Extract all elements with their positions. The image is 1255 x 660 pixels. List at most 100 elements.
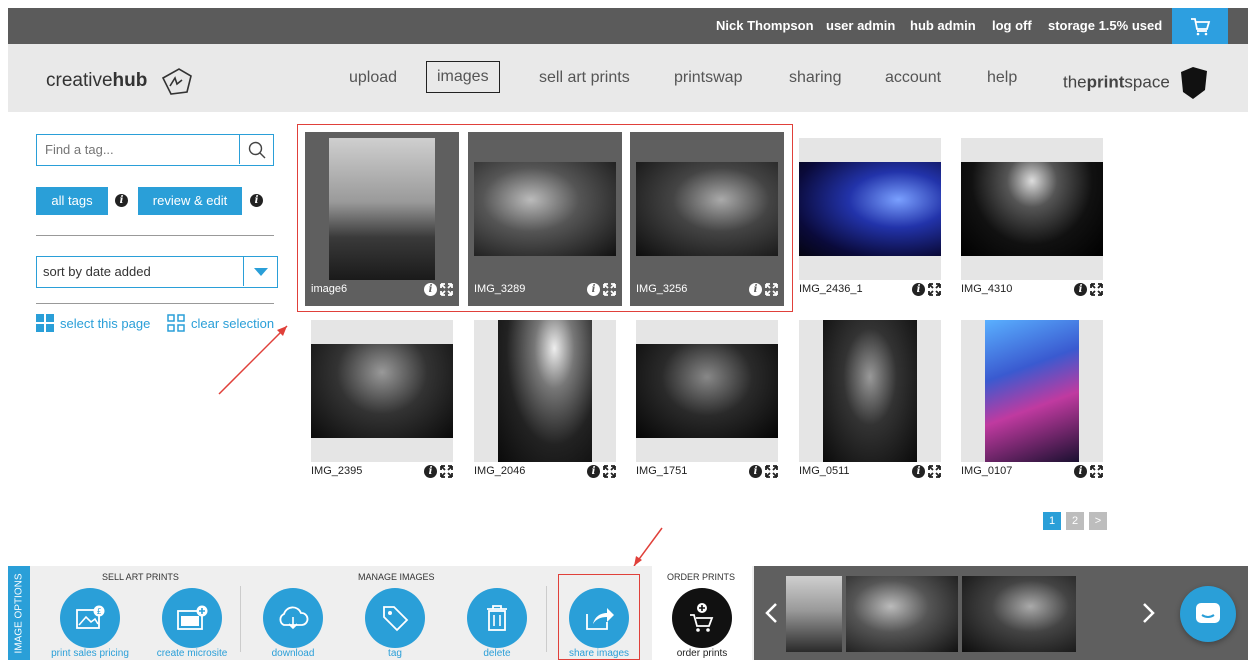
nav-images[interactable]: images <box>426 61 500 93</box>
image-name: IMG_4310 <box>961 283 1013 295</box>
sort-value: sort by date added <box>43 264 151 279</box>
image-name: IMG_1751 <box>636 465 688 477</box>
cart-button[interactable] <box>1172 8 1228 44</box>
review-edit-button[interactable]: review & edit <box>138 187 242 215</box>
selected-images-strip <box>754 566 1248 660</box>
search-button[interactable] <box>239 135 273 164</box>
next-page-button[interactable]: > <box>1089 512 1107 530</box>
expand-icon[interactable] <box>765 465 778 478</box>
nav-help[interactable]: help <box>987 69 1017 87</box>
strip-thumbnail[interactable] <box>786 576 842 652</box>
dropdown-arrow[interactable] <box>243 257 277 286</box>
image-name: IMG_0107 <box>961 465 1013 477</box>
image-name: IMG_2395 <box>311 465 363 477</box>
image-name: IMG_0511 <box>799 465 850 477</box>
expand-icon[interactable] <box>440 465 453 478</box>
group-label-sell: SELL ART PRINTS <box>102 572 179 582</box>
sort-dropdown[interactable]: sort by date added <box>36 256 278 288</box>
cloud-download-icon <box>279 606 309 630</box>
delete-label[interactable]: delete <box>451 648 543 659</box>
tag-label[interactable]: tag <box>349 648 441 659</box>
expand-icon[interactable] <box>928 465 941 478</box>
chat-icon <box>1196 603 1220 623</box>
group-label-order: ORDER PRINTS <box>667 572 736 582</box>
info-icon[interactable]: i <box>115 194 128 207</box>
main-nav: creativehub upload images sell art print… <box>8 44 1248 112</box>
tag-button[interactable] <box>365 588 425 648</box>
page-2-button[interactable]: 2 <box>1066 512 1084 530</box>
image-options-label: IMAGE OPTIONS <box>8 566 30 660</box>
group-label-manage: MANAGE IMAGES <box>358 572 435 582</box>
tag-search-input[interactable] <box>37 135 237 164</box>
info-icon[interactable]: i <box>749 465 762 478</box>
image-thumbnail[interactable]: IMG_1751 i <box>630 314 784 488</box>
expand-icon[interactable] <box>1090 465 1103 478</box>
nav-printswap[interactable]: printswap <box>674 69 742 87</box>
download-label[interactable]: download <box>247 648 339 659</box>
annotation-arrow <box>633 527 663 567</box>
top-bar: Nick Thompson user admin hub admin log o… <box>8 8 1248 44</box>
order-prints-button[interactable] <box>672 588 732 648</box>
expand-icon[interactable] <box>1090 283 1103 296</box>
nav-upload[interactable]: upload <box>349 69 397 87</box>
image-thumbnail[interactable]: IMG_2395 i <box>305 314 459 488</box>
logoff-link[interactable]: log off <box>992 8 1032 44</box>
tag-icon <box>383 606 409 632</box>
chevron-right-icon[interactable] <box>1142 602 1156 624</box>
image-thumbnail[interactable]: IMG_2436_1 i <box>793 132 947 306</box>
info-icon[interactable]: i <box>250 194 263 207</box>
image-options-bar: IMAGE OPTIONS SELL ART PRINTS MANAGE IMA… <box>8 566 1248 660</box>
divider <box>546 586 547 652</box>
delete-button[interactable] <box>467 588 527 648</box>
image-name: IMG_2046 <box>474 465 526 477</box>
svg-text:£: £ <box>96 607 101 616</box>
hub-admin-link[interactable]: hub admin <box>910 8 976 44</box>
storage-status: storage 1.5% used <box>1048 18 1163 33</box>
info-icon[interactable]: i <box>424 465 437 478</box>
grid-outline-icon <box>167 314 185 332</box>
nav-sell-art-prints[interactable]: sell art prints <box>539 69 630 87</box>
strip-thumbnail[interactable] <box>846 576 958 652</box>
image-thumbnail[interactable]: IMG_0107 i <box>955 314 1109 488</box>
image-name: IMG_2436_1 <box>799 283 863 295</box>
tag-search <box>36 134 274 166</box>
grid-filled-icon <box>36 314 54 332</box>
divider <box>36 303 274 304</box>
selection-highlight <box>297 124 793 312</box>
page-1-button[interactable]: 1 <box>1043 512 1061 530</box>
annotation-arrow <box>218 325 288 395</box>
all-tags-button[interactable]: all tags <box>36 187 108 215</box>
info-icon[interactable]: i <box>1074 465 1087 478</box>
info-icon[interactable]: i <box>912 283 925 296</box>
chevron-left-icon[interactable] <box>764 602 778 624</box>
order-prints-label[interactable]: order prints <box>656 648 748 659</box>
chat-button[interactable] <box>1180 586 1236 642</box>
theprintspace-logo[interactable]: theprintspace <box>1063 66 1209 100</box>
image-thumbnail[interactable]: IMG_2046 i <box>468 314 622 488</box>
create-microsite-button[interactable] <box>162 588 222 648</box>
creativehub-logo[interactable]: creativehub <box>46 66 195 96</box>
select-this-page-link[interactable]: select this page <box>36 314 150 332</box>
expand-icon[interactable] <box>603 465 616 478</box>
price-image-icon: £ <box>76 605 105 629</box>
expand-icon[interactable] <box>928 283 941 296</box>
nav-sharing[interactable]: sharing <box>789 69 841 87</box>
download-button[interactable] <box>263 588 323 648</box>
print-sales-pricing-button[interactable]: £ <box>60 588 120 648</box>
info-icon[interactable]: i <box>587 465 600 478</box>
create-microsite-label[interactable]: create microsite <box>146 648 238 659</box>
nav-account[interactable]: account <box>885 69 941 87</box>
image-thumbnail[interactable]: IMG_0511 i <box>793 314 947 488</box>
image-thumbnail[interactable]: IMG_4310 i <box>955 132 1109 306</box>
info-icon[interactable]: i <box>912 465 925 478</box>
print-sales-pricing-label[interactable]: print sales pricing <box>44 648 136 659</box>
microsite-icon <box>177 605 208 630</box>
cart-add-icon <box>690 603 714 632</box>
share-highlight <box>558 574 640 660</box>
strip-thumbnail[interactable] <box>962 576 1076 652</box>
user-name[interactable]: Nick Thompson <box>716 8 814 44</box>
info-icon[interactable]: i <box>1074 283 1087 296</box>
user-admin-link[interactable]: user admin <box>826 8 895 44</box>
divider <box>240 586 241 652</box>
divider <box>36 235 274 236</box>
